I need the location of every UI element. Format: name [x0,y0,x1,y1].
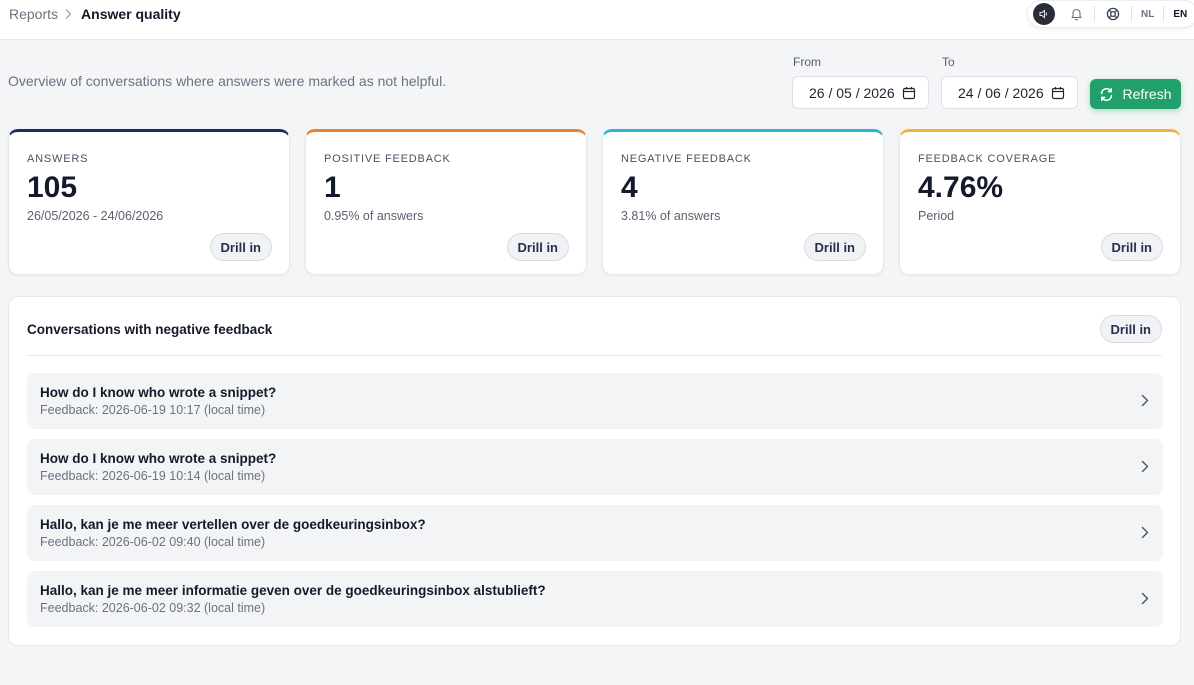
refresh-label: Refresh [1122,86,1172,102]
page-subtitle: Overview of conversations where answers … [8,73,447,89]
conversation-feedback-time: Feedback: 2026-06-02 09:32 (local time) [40,601,266,615]
card-subtext: Period [918,209,955,223]
from-date-field[interactable]: 26 / 05 / 2026 [792,76,929,109]
conversation-question: Hallo, kan je me meer informatie geven o… [40,583,546,598]
chevron-right-icon [1141,460,1149,473]
card-value: 4.76% [918,171,1004,204]
card-negative-feedback: Negative feedback 4 3.81% of answers Dri… [602,129,884,275]
chevron-right-icon [65,9,72,19]
drill-in-button[interactable]: Drill in [1100,233,1163,261]
chevron-right-icon [1141,394,1149,407]
speaker-icon[interactable] [1033,3,1055,25]
card-positive-feedback: Positive feedback 1 0.95% of answers Dri… [305,129,587,275]
conversation-item[interactable]: How do I know who wrote a snippet? Feedb… [27,373,1163,429]
card-subtext: 3.81% of answers [621,209,721,223]
top-bar: Reports Answer quality NL EN [0,0,1194,40]
divider [27,355,1162,356]
chevron-right-icon [1141,592,1149,605]
conversation-question: How do I know who wrote a snippet? [40,385,277,400]
card-feedback-coverage: Feedback coverage 4.76% Period Drill in [899,129,1181,275]
card-title: Answers [27,153,89,165]
drill-in-button[interactable]: Drill in [209,233,272,261]
calendar-icon[interactable] [902,86,916,100]
to-date-field[interactable]: 24 / 06 / 2026 [941,76,1078,109]
drill-in-button[interactable]: Drill in [1099,315,1162,343]
language-en[interactable]: EN [1169,9,1191,20]
card-subtext: 26/05/2026 - 24/06/2026 [27,209,164,223]
conversation-question: How do I know who wrote a snippet? [40,451,277,466]
conversation-feedback-time: Feedback: 2026-06-19 10:17 (local time) [40,403,266,417]
conversation-feedback-time: Feedback: 2026-06-02 09:40 (local time) [40,535,266,549]
from-date-value: 26 / 05 / 2026 [809,84,895,101]
from-label: From [793,55,821,69]
panel-title: Conversations with negative feedback [27,322,273,337]
divider [1131,6,1132,22]
card-title: Positive feedback [324,153,451,165]
globe-icon[interactable] [1100,1,1126,27]
top-actions: NL EN [1027,0,1194,28]
refresh-button[interactable]: Refresh [1090,79,1181,109]
top-actions-pill: NL EN [1027,0,1194,28]
conversation-item[interactable]: Hallo, kan je me meer vertellen over de … [27,505,1163,561]
breadcrumb-current: Answer quality [81,6,181,22]
to-date-value: 24 / 06 / 2026 [958,84,1044,101]
refresh-icon [1099,87,1114,102]
card-title: Negative feedback [621,153,752,165]
conversation-item[interactable]: Hallo, kan je me meer informatie geven o… [27,571,1163,627]
card-subtext: 0.95% of answers [324,209,424,223]
to-label: To [942,55,955,69]
divider [1163,6,1165,22]
conversation-question: Hallo, kan je me meer vertellen over de … [40,517,426,532]
card-value: 4 [621,171,638,204]
conversation-feedback-time: Feedback: 2026-06-19 10:14 (local time) [40,469,266,483]
breadcrumb: Reports Answer quality [9,0,181,28]
language-nl[interactable]: NL [1137,9,1158,20]
card-answers: Answers 105 26/05/2026 - 24/06/2026 Dril… [8,129,290,275]
card-title: Feedback coverage [918,153,1057,165]
card-value: 1 [324,171,341,204]
conversation-item[interactable]: How do I know who wrote a snippet? Feedb… [27,439,1163,495]
negative-feedback-panel: Conversations with negative feedback Dri… [8,296,1181,646]
bell-icon[interactable] [1063,1,1089,27]
drill-in-button[interactable]: Drill in [803,233,866,261]
calendar-icon[interactable] [1051,86,1065,100]
drill-in-button[interactable]: Drill in [506,233,569,261]
breadcrumb-reports[interactable]: Reports [9,6,58,22]
divider [1094,6,1095,22]
chevron-right-icon [1141,526,1149,539]
card-value: 105 [27,171,78,204]
